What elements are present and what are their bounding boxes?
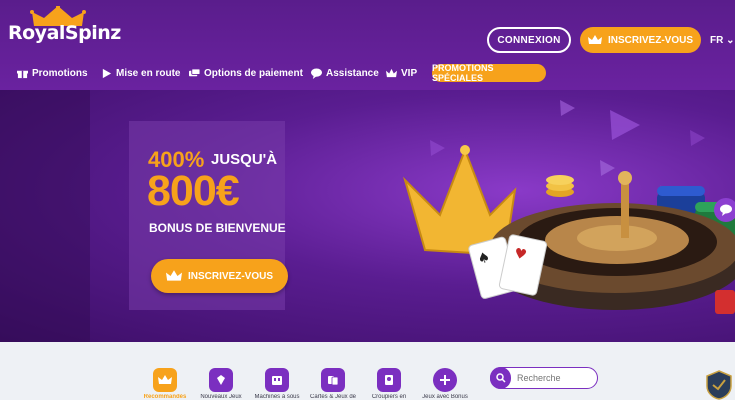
category-label: Croupiers en (371, 394, 407, 400)
category-label: Cartes & Jeux de (309, 394, 357, 400)
gem-icon (209, 368, 233, 392)
cards-icon (321, 368, 345, 392)
gift-icon (17, 70, 28, 79)
nav-item-label: Options de paiement (204, 68, 303, 79)
dealer-icon (377, 368, 401, 392)
nav-item-payment-options[interactable]: Options de paiement (189, 68, 303, 79)
crown-icon (153, 368, 177, 392)
chevron-down-icon: ⌄ (726, 35, 735, 46)
nav-item-vip[interactable]: VIP (386, 68, 417, 79)
category-live-dealers[interactable]: Croupiers en (359, 368, 419, 400)
logo[interactable]: RoyalSpinz (8, 6, 121, 50)
offer-amount: 800€ (147, 167, 240, 215)
crown-icon (165, 270, 182, 281)
category-slots[interactable]: Machines à sous (247, 368, 307, 400)
nav-item-label: Promotions (32, 68, 88, 79)
search-icon[interactable] (490, 367, 511, 389)
security-shield-icon (706, 370, 732, 400)
login-button[interactable]: CONNEXION (487, 27, 571, 53)
offer-bonus-label: BONUS DE BIENVENUE (149, 221, 286, 235)
category-table-games[interactable]: Cartes & Jeux de (303, 368, 363, 400)
nav-item-label: Assistance (326, 68, 379, 79)
chat-icon (311, 68, 322, 79)
crown-icon (386, 68, 397, 78)
category-label: Recommandés (143, 394, 187, 400)
category-label: Jeux avec Bonus (422, 394, 468, 400)
game-search[interactable] (490, 367, 598, 389)
roulette-illustration: ♠ ♥ (402, 145, 735, 314)
live-chat-button[interactable] (714, 198, 735, 222)
crown-icon (587, 35, 602, 44)
signup-button-label: INSCRIVEZ-VOUS (607, 34, 693, 46)
chat-icon (720, 204, 732, 216)
language-selector[interactable]: FR ⌄ (710, 35, 735, 46)
welcome-offer-panel: 400% JUSQU'À 800€ BONUS DE BIENVENUE INS… (129, 121, 288, 310)
nav-item-label: Mise en route (116, 68, 181, 79)
category-label: Nouveaux Jeux (200, 394, 242, 400)
hero-signup-label: INSCRIVEZ-VOUS (187, 270, 273, 282)
signup-button[interactable]: INSCRIVEZ-VOUS (580, 27, 701, 53)
nav-item-assistance[interactable]: Assistance (311, 68, 379, 79)
hero-banner: 400% JUSQU'À 800€ BONUS DE BIENVENUE INS… (0, 90, 735, 342)
offer-upto: JUSQU'À (211, 151, 278, 168)
payment-icon (189, 68, 200, 77)
nav-item-label: VIP (401, 68, 418, 79)
game-category-bar: Recommandés Nouveaux Jeux Machines à sou… (0, 342, 735, 400)
category-recommended[interactable]: Recommandés (135, 368, 195, 400)
site-header: RoyalSpinz CONNEXION INSCRIVEZ-VOUS FR ⌄… (0, 0, 735, 90)
main-nav: Promotions Mise en route Options de paie… (0, 64, 735, 86)
slot-machine-icon (265, 368, 289, 392)
category-label: Machines à sous (254, 394, 300, 400)
category-bonus-games[interactable]: Jeux avec Bonus (415, 368, 475, 400)
category-new-games[interactable]: Nouveaux Jeux (191, 368, 251, 400)
language-label: FR (710, 35, 724, 46)
search-input[interactable] (517, 373, 597, 383)
special-promotions-button[interactable]: PROMOTIONS SPÉCIALES (432, 63, 546, 83)
plus-icon (433, 368, 457, 392)
play-icon (102, 68, 112, 79)
logo-text: RoyalSpinz (8, 22, 121, 44)
nav-item-promotions[interactable]: Promotions (17, 68, 88, 79)
hero-signup-button[interactable]: INSCRIVEZ-VOUS (151, 259, 288, 293)
nav-item-getting-started[interactable]: Mise en route (101, 68, 180, 79)
